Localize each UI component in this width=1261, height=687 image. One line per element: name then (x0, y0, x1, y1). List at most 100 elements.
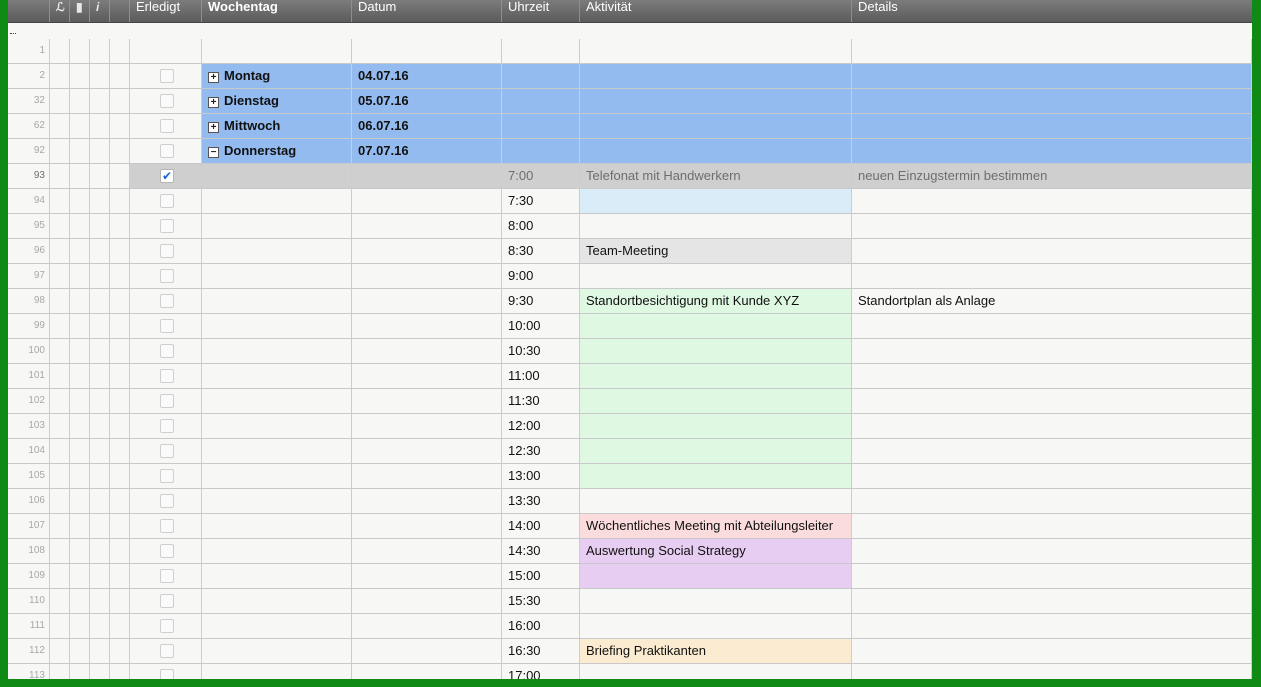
cell-c1[interactable] (50, 339, 70, 363)
cell-c3[interactable] (90, 214, 110, 238)
cell-uhrzeit[interactable]: 9:00 (502, 264, 580, 288)
cell-c3[interactable] (90, 389, 110, 413)
cell-details[interactable] (852, 439, 1252, 463)
cell-c3[interactable] (90, 239, 110, 263)
cell-wochentag[interactable] (202, 464, 352, 488)
header-details[interactable]: Details (852, 0, 1252, 22)
cell-c3[interactable] (90, 64, 110, 88)
cell-datum[interactable] (352, 39, 502, 63)
cell-uhrzeit[interactable]: 14:30 (502, 539, 580, 563)
cell-uhrzeit[interactable]: 16:00 (502, 614, 580, 638)
cell-c2[interactable] (70, 314, 90, 338)
cell-details[interactable] (852, 489, 1252, 513)
checkbox[interactable] (160, 269, 174, 283)
cell-c3[interactable] (90, 114, 110, 138)
cell-wochentag[interactable] (202, 164, 352, 188)
cell-details[interactable]: neuen Einzugstermin bestimmen (852, 164, 1252, 188)
cell-details[interactable] (852, 614, 1252, 638)
cell-aktivitaet[interactable] (580, 139, 852, 163)
checkbox[interactable] (160, 344, 174, 358)
cell-c4[interactable] (110, 639, 130, 663)
checkbox[interactable] (160, 544, 174, 558)
header-datum[interactable]: Datum (352, 0, 502, 22)
cell-c3[interactable] (90, 364, 110, 388)
cell-uhrzeit[interactable] (502, 64, 580, 88)
cell-c1[interactable] (50, 364, 70, 388)
cell-aktivitaet[interactable] (580, 214, 852, 238)
cell-c4[interactable] (110, 289, 130, 313)
cell-uhrzeit[interactable] (502, 114, 580, 138)
cell-details[interactable] (852, 389, 1252, 413)
cell-erledigt[interactable] (130, 664, 202, 679)
cell-wochentag[interactable] (202, 189, 352, 213)
cell-datum[interactable] (352, 664, 502, 679)
cell-wochentag[interactable] (202, 239, 352, 263)
cell-details[interactable] (852, 464, 1252, 488)
cell-c3[interactable] (90, 289, 110, 313)
cell-erledigt[interactable] (130, 589, 202, 613)
cell-erledigt[interactable] (130, 439, 202, 463)
cell-datum[interactable]: 05.07.16 (352, 89, 502, 113)
cell-aktivitaet[interactable] (580, 389, 852, 413)
cell-c3[interactable] (90, 264, 110, 288)
cell-erledigt[interactable] (130, 339, 202, 363)
cell-uhrzeit[interactable] (502, 89, 580, 113)
cell-uhrzeit[interactable]: 7:30 (502, 189, 580, 213)
cell-c2[interactable] (70, 414, 90, 438)
cell-datum[interactable] (352, 514, 502, 538)
cell-erledigt[interactable] (130, 64, 202, 88)
cell-c3[interactable] (90, 164, 110, 188)
cell-aktivitaet[interactable] (580, 589, 852, 613)
cell-c4[interactable] (110, 464, 130, 488)
cell-c2[interactable] (70, 189, 90, 213)
cell-wochentag[interactable] (202, 614, 352, 638)
cell-uhrzeit[interactable] (502, 139, 580, 163)
cell-uhrzeit[interactable]: 8:00 (502, 214, 580, 238)
cell-details[interactable] (852, 414, 1252, 438)
cell-datum[interactable] (352, 464, 502, 488)
cell-c3[interactable] (90, 39, 110, 63)
cell-aktivitaet[interactable] (580, 264, 852, 288)
cell-uhrzeit[interactable]: 13:00 (502, 464, 580, 488)
cell-c4[interactable] (110, 514, 130, 538)
cell-c1[interactable] (50, 39, 70, 63)
cell-details[interactable] (852, 639, 1252, 663)
cell-aktivitaet[interactable] (580, 314, 852, 338)
cell-details[interactable] (852, 364, 1252, 388)
cell-erledigt[interactable] (130, 139, 202, 163)
cell-wochentag[interactable] (202, 314, 352, 338)
cell-c4[interactable] (110, 364, 130, 388)
checkbox[interactable] (160, 94, 174, 108)
cell-details[interactable] (852, 114, 1252, 138)
cell-c4[interactable] (110, 389, 130, 413)
cell-c1[interactable] (50, 239, 70, 263)
cell-details[interactable] (852, 514, 1252, 538)
cell-details[interactable]: Standortplan als Anlage (852, 289, 1252, 313)
table-row[interactable]: 97 9:00 (8, 264, 1252, 289)
cell-erledigt[interactable] (130, 414, 202, 438)
cell-c2[interactable] (70, 39, 90, 63)
cell-details[interactable] (852, 264, 1252, 288)
cell-erledigt[interactable] (130, 614, 202, 638)
cell-datum[interactable] (352, 589, 502, 613)
expand-icon[interactable]: + (208, 97, 219, 108)
cell-wochentag[interactable] (202, 589, 352, 613)
cell-c1[interactable] (50, 664, 70, 679)
table-row[interactable]: 98 9:30 Standortbesichtigung mit Kunde XYZ… (8, 289, 1252, 314)
cell-c2[interactable] (70, 289, 90, 313)
cell-wochentag[interactable] (202, 339, 352, 363)
cell-c3[interactable] (90, 189, 110, 213)
cell-c1[interactable] (50, 114, 70, 138)
cell-details[interactable] (852, 589, 1252, 613)
cell-c3[interactable] (90, 439, 110, 463)
cell-uhrzeit[interactable]: 12:00 (502, 414, 580, 438)
cell-erledigt[interactable] (130, 539, 202, 563)
cell-details[interactable] (852, 89, 1252, 113)
cell-details[interactable] (852, 64, 1252, 88)
cell-wochentag[interactable] (202, 539, 352, 563)
cell-c3[interactable] (90, 664, 110, 679)
cell-c2[interactable] (70, 514, 90, 538)
cell-aktivitaet[interactable] (580, 39, 852, 63)
cell-wochentag[interactable] (202, 414, 352, 438)
checkbox[interactable] (160, 419, 174, 433)
